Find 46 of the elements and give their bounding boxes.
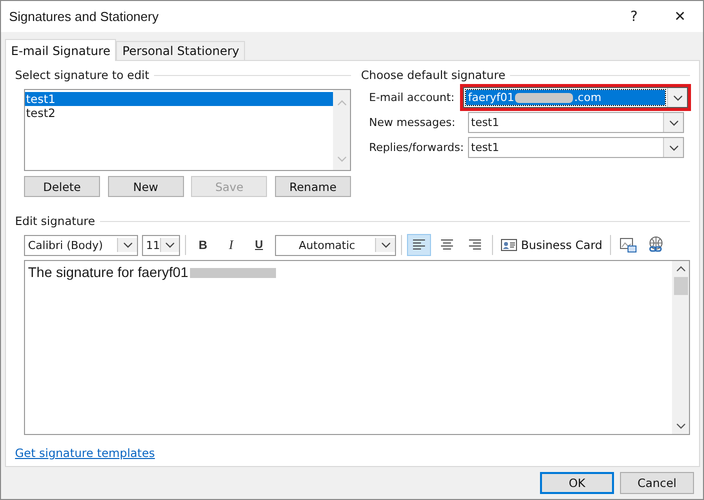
templates-link[interactable]: Get signature templates [15, 446, 155, 460]
scroll-up-icon [336, 98, 348, 108]
globe-link-icon [647, 236, 666, 254]
color-dropdown[interactable]: Automatic [275, 234, 396, 256]
dropdown-value: test1 [471, 116, 500, 129]
button[interactable]: New [108, 176, 184, 197]
tab[interactable]: Personal Stationery [116, 41, 246, 60]
dropdown-value: faeryf01 [468, 91, 514, 104]
cancel-button[interactable]: Cancel [620, 472, 694, 494]
contact-card-icon [501, 238, 517, 252]
signature-editor[interactable]: The signature for faeryf01 [24, 260, 690, 435]
button[interactable]: Rename [274, 176, 351, 197]
window-title: Signatures and Stationery [9, 9, 160, 24]
italic-button[interactable]: I [219, 234, 243, 256]
list-item[interactable]: test2 [25, 106, 333, 120]
scroll-down-icon [336, 154, 348, 164]
dropdown[interactable]: test1 [468, 137, 684, 158]
group-heading: Choose default signature [361, 68, 506, 82]
button[interactable]: Delete [24, 176, 100, 197]
business-card-button[interactable]: Business Card [498, 234, 606, 256]
size-dropdown[interactable]: 11 [142, 234, 180, 256]
list-item[interactable]: test1 [25, 92, 333, 106]
ok-button[interactable]: OK [540, 472, 614, 494]
font-dropdown[interactable]: Calibri (Body) [24, 234, 138, 256]
field-label: Replies/forwards: [369, 141, 465, 154]
signature-list[interactable]: test1 test2 [24, 89, 351, 171]
picture-icon [619, 236, 638, 254]
scroll-thumb[interactable] [674, 277, 688, 295]
dropdown-value: test1 [471, 141, 500, 154]
close-button[interactable]: ✕ [657, 1, 703, 32]
field-label: New messages: [369, 116, 456, 129]
tab[interactable]: E-mail Signature [5, 39, 116, 61]
dropdown[interactable]: test1 [468, 112, 684, 133]
group-heading: Edit signature [15, 214, 96, 228]
group-heading: Select signature to edit [15, 68, 150, 82]
underline-button[interactable]: U [247, 234, 271, 256]
scroll-up-icon [674, 264, 686, 274]
dropdown[interactable]: faeryf01 .com [463, 87, 688, 108]
align-left-button[interactable] [407, 234, 431, 256]
dropdown-value: .com [574, 91, 602, 104]
signature-text: The signature for faeryf01 [28, 264, 188, 280]
redaction-mark [515, 92, 574, 102]
help-button[interactable]: ? [611, 1, 657, 32]
bold-button[interactable]: B [191, 234, 215, 256]
scroll-down-icon [674, 421, 686, 431]
field-label: E-mail account: [369, 91, 456, 104]
